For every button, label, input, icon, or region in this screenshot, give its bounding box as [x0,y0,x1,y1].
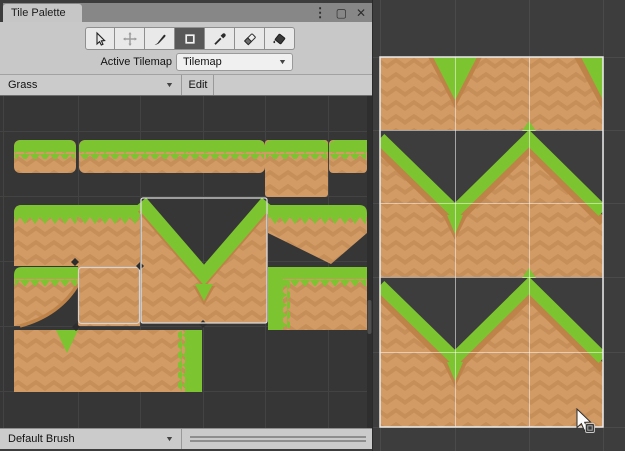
zoom-slider[interactable] [190,436,366,442]
paint-bucket-icon [272,31,288,47]
maximize-icon[interactable]: ▢ [336,7,347,19]
tab-tile-palette[interactable]: Tile Palette [3,4,82,22]
brush-dropdown[interactable]: Default Brush ▼ [0,429,182,449]
select-tool-button[interactable] [85,27,115,50]
paintbrush-tool-button[interactable] [145,27,175,50]
tile-picker-tool-button[interactable] [205,27,235,50]
palette-name: Grass [8,79,37,91]
chevron-down-icon: ▼ [165,82,174,89]
brush-name: Default Brush [8,433,75,445]
active-tilemap-dropdown[interactable]: Tilemap ▼ [176,53,293,71]
palette-scrollbar-thumb[interactable] [368,300,372,334]
window-title: Tile Palette [11,7,66,19]
eyedropper-icon [212,31,228,47]
unity-tile-palette-screenshot: Tile Palette ⋮ ▢ ✕ [0,0,625,451]
palette-canvas [0,96,372,428]
cursor-tool-badge-icon [586,424,595,433]
box-fill-icon [182,31,198,47]
tile-palette-window: Tile Palette ⋮ ▢ ✕ [0,0,372,451]
chevron-down-icon: ▼ [165,436,174,443]
chevron-down-icon: ▼ [278,59,287,66]
painted-tilemap [380,57,603,427]
active-tilemap-label: Active Tilemap [100,56,172,68]
paintbrush-icon [152,31,168,47]
palette-scrollbar-track[interactable] [367,96,372,428]
tool-toolbar: Active Tilemap Tilemap ▼ [0,22,372,75]
move-icon [122,31,138,47]
palette-dropdown[interactable]: Grass ▼ [0,75,182,95]
move-tool-button[interactable] [115,27,145,50]
close-icon[interactable]: ✕ [356,7,366,19]
edit-button[interactable]: Edit [183,75,214,95]
box-fill-tool-button[interactable] [175,27,205,50]
palette-selector-row: Grass ▼ Edit [0,75,372,96]
palette-grid[interactable] [0,96,372,428]
active-tilemap-row: Active Tilemap Tilemap ▼ [0,52,372,74]
tool-button-group [85,27,295,50]
titlebar[interactable]: Tile Palette ⋮ ▢ ✕ [0,0,372,22]
flood-fill-tool-button[interactable] [265,27,295,50]
active-tilemap-value: Tilemap [183,56,222,68]
eraser-icon [242,31,258,47]
brush-bar: Default Brush ▼ [0,428,372,449]
eraser-tool-button[interactable] [235,27,265,50]
kebab-menu-icon[interactable]: ⋮ [314,6,327,19]
select-cursor-icon [92,31,108,47]
